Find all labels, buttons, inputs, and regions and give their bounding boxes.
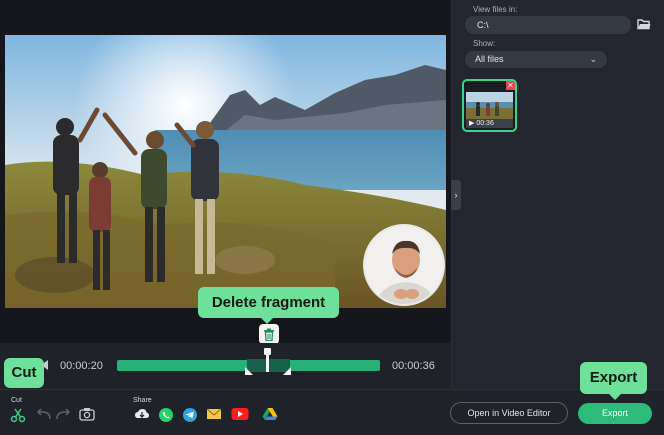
fragment-end-handle[interactable] [283, 367, 291, 375]
export-button[interactable]: Export [578, 403, 652, 424]
chevron-down-icon: ⌄ [589, 54, 597, 64]
start-time: 00:00:20 [60, 360, 103, 372]
show-label: Show: [473, 39, 496, 48]
show-filter-value: All files [475, 54, 504, 64]
share-section-label: Share [133, 397, 152, 404]
folder-path-field[interactable]: C:\ [465, 16, 631, 34]
close-icon[interactable]: ✕ [506, 81, 515, 90]
end-time: 00:00:36 [392, 360, 435, 372]
playhead[interactable] [264, 348, 271, 372]
thumbnail-duration-text: 00:36 [476, 120, 494, 127]
fragment-start-handle[interactable] [245, 367, 253, 375]
youtube-icon[interactable] [231, 407, 249, 426]
video-thumbnail[interactable]: ✕ ▶ 00:36 [462, 79, 517, 132]
collapse-panel-button[interactable]: › [451, 180, 461, 210]
bottom-toolbar: Cut Share Open in Video Editor Export [0, 389, 664, 435]
undo-icon[interactable] [36, 407, 52, 426]
google-drive-icon[interactable] [262, 407, 278, 426]
thumbnail-duration: ▶ 00:36 [466, 119, 513, 128]
timeline-row: 00:00:20 00:00:36 [0, 343, 451, 389]
delete-fragment-tooltip: Delete fragment [198, 287, 339, 324]
export-tooltip: Export [580, 362, 647, 400]
redo-icon[interactable] [55, 407, 71, 426]
cut-tooltip: Cut [4, 358, 44, 388]
view-files-label: View files in: [473, 5, 518, 14]
timeline-track[interactable] [117, 348, 380, 375]
thumbnail-image [466, 92, 513, 119]
scissors-icon[interactable] [10, 407, 26, 428]
folder-icon[interactable] [637, 17, 651, 35]
webcam-overlay[interactable] [363, 224, 445, 306]
cloud-icon[interactable] [134, 407, 150, 426]
snapshot-camera-icon[interactable] [79, 407, 95, 426]
whatsapp-icon[interactable] [158, 407, 174, 428]
cut-section-label: Cut [11, 397, 22, 404]
show-filter-select[interactable]: All files ⌄ [465, 51, 607, 68]
telegram-icon[interactable] [182, 407, 198, 428]
email-icon[interactable] [206, 407, 222, 426]
video-preview-panel: Delete fragment [0, 0, 451, 344]
open-in-video-editor-button[interactable]: Open in Video Editor [450, 402, 568, 424]
trash-icon [264, 328, 274, 341]
delete-fragment-button[interactable] [259, 324, 279, 344]
